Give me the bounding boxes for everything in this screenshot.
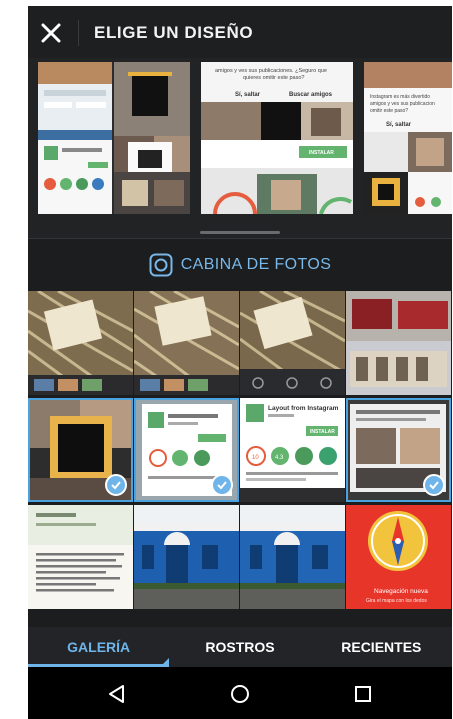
photo-thumbnail[interactable] <box>240 291 345 395</box>
svg-text:omitir este paso?: omitir este paso? <box>370 108 408 114</box>
layout-option-2-preview: amigos y ves sus publicaciones. ¿Seguro … <box>201 62 353 214</box>
header: ELIGE UN DISEÑO <box>28 6 452 58</box>
photo-thumbnail-selected[interactable] <box>134 398 239 502</box>
photo-thumbnail[interactable] <box>134 291 239 395</box>
photo-thumbnail[interactable]: Layout from Instagram INSTALAR 10 4.3 <box>240 398 345 502</box>
nav-caption-sub: Gira el mapa con los dedos <box>366 598 427 604</box>
close-icon[interactable] <box>38 20 64 46</box>
svg-text:Sí, saltar: Sí, saltar <box>235 92 261 98</box>
page-title: ELIGE UN DISEÑO <box>94 23 254 42</box>
svg-text:4.3: 4.3 <box>275 455 284 461</box>
svg-text:Buscar amigos: Buscar amigos <box>289 92 333 98</box>
checkmark-icon <box>423 474 445 496</box>
svg-text:INSTALAR: INSTALAR <box>310 429 335 435</box>
header-divider <box>78 20 79 46</box>
photo-thumbnail[interactable]: Navegación nueva Gira el mapa con los de… <box>346 505 451 609</box>
photo-grid: Layout from Instagram INSTALAR 10 4.3 Na… <box>28 291 452 627</box>
back-icon[interactable] <box>106 683 128 705</box>
layout-carousel[interactable]: amigos y ves sus publicaciones. ¿Seguro … <box>28 58 452 238</box>
system-nav-bar <box>28 667 452 719</box>
tab-galeria[interactable]: GALERÍA <box>28 627 170 667</box>
photobooth-label: CABINA DE FOTOS <box>180 256 332 273</box>
svg-text:amigos y ves sus publicacion: amigos y ves sus publicacion <box>370 101 435 107</box>
photo-thumbnail-selected[interactable] <box>28 398 133 502</box>
photo-thumbnail[interactable] <box>28 291 133 395</box>
nav-caption: Navegación nueva <box>374 588 428 595</box>
photobooth-button[interactable]: CABINA DE FOTOS <box>28 239 452 291</box>
recents-icon[interactable] <box>352 683 374 705</box>
svg-text:quieres omitir este paso?: quieres omitir este paso? <box>243 75 304 81</box>
tab-recientes-label: RECIENTES <box>341 639 422 655</box>
checkmark-icon <box>211 474 233 496</box>
tab-rostros[interactable]: ROSTROS <box>169 627 310 667</box>
svg-text:amigos y ves sus publicaciones: amigos y ves sus publicaciones. ¿Seguro … <box>215 68 327 74</box>
app-screen: ELIGE UN DISEÑO amigos y ves sus publica… <box>28 6 452 719</box>
photo-thumbnail-selected[interactable] <box>346 398 451 502</box>
svg-text:Layout from Instagram: Layout from Instagram <box>268 405 339 412</box>
tab-rostros-label: ROSTROS <box>205 639 275 655</box>
svg-text:Sí, saltar: Sí, saltar <box>386 122 412 128</box>
layout-option-1-preview <box>38 62 190 214</box>
layout-option-3[interactable]: Instagram es más divertido amigos y ves … <box>364 62 452 214</box>
tab-bar: GALERÍA ROSTROS RECIENTES <box>28 627 452 667</box>
photobooth-icon <box>149 253 173 277</box>
layout-option-3-preview: Instagram es más divertido amigos y ves … <box>364 62 452 214</box>
svg-text:10: 10 <box>252 455 259 461</box>
photo-thumbnail[interactable] <box>28 505 133 609</box>
layout-option-2[interactable]: amigos y ves sus publicaciones. ¿Seguro … <box>201 62 353 214</box>
svg-text:INSTALAR: INSTALAR <box>309 150 334 156</box>
photo-thumbnail[interactable] <box>134 505 239 609</box>
tab-galeria-label: GALERÍA <box>67 639 131 655</box>
scroll-indicator <box>200 231 280 234</box>
checkmark-icon <box>105 474 127 496</box>
home-icon[interactable] <box>229 683 251 705</box>
photo-thumbnail[interactable] <box>346 291 451 395</box>
layout-option-1[interactable] <box>38 62 190 214</box>
photo-thumbnail[interactable] <box>240 505 345 609</box>
tab-recientes[interactable]: RECIENTES <box>311 627 452 667</box>
svg-text:Instagram es más divertido: Instagram es más divertido <box>370 94 430 100</box>
